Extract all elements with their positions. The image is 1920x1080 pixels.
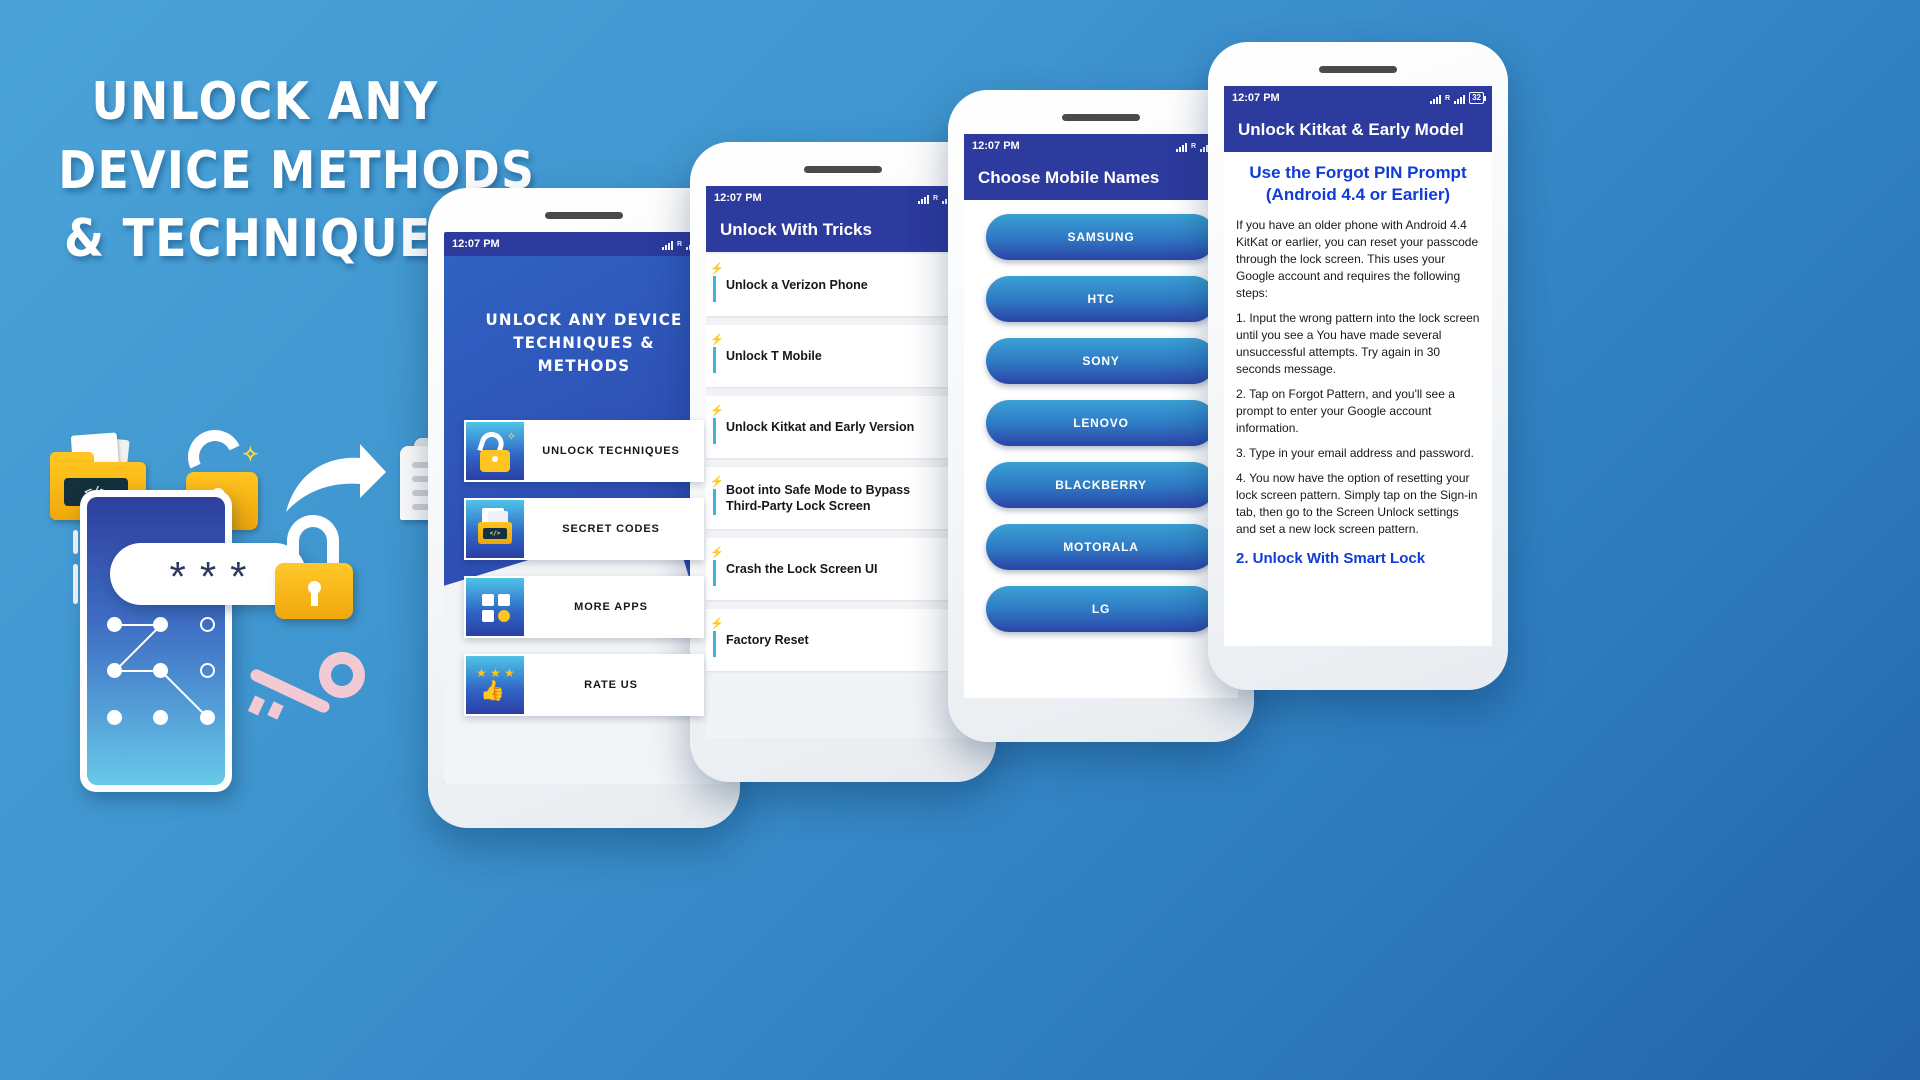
app-hero-title-line-2: TECHNIQUES & METHODS bbox=[513, 333, 655, 376]
article-intro: If you have an older phone with Android … bbox=[1236, 217, 1479, 300]
article-heading-line-2: (Android 4.4 or Earlier) bbox=[1265, 185, 1451, 205]
password-mask-char: * bbox=[199, 553, 217, 600]
status-bar: 12:07 PM R 32 bbox=[1224, 86, 1492, 110]
list-item-label: Unlock a Verizon Phone bbox=[726, 277, 868, 292]
battery-icon: 32 bbox=[1469, 92, 1486, 104]
pattern-lock-grid bbox=[105, 615, 221, 731]
brand-button-lenovo[interactable]: LENOVO bbox=[986, 400, 1216, 446]
list-item[interactable]: ⚡ Factory Reset ❯ bbox=[706, 609, 980, 671]
promo-line-3: & TECHNIQUES bbox=[64, 209, 466, 270]
list-item-label: Unlock T Mobile bbox=[726, 348, 822, 363]
brand-button-blackberry[interactable]: BLACKBERRY bbox=[986, 462, 1216, 508]
article-body: Use the Forgot PIN Prompt (Android 4.4 o… bbox=[1224, 152, 1492, 646]
list-item[interactable]: ⚡ Unlock a Verizon Phone ❯ bbox=[706, 254, 980, 316]
password-mask-char: * bbox=[230, 553, 247, 600]
article-footer-link[interactable]: 2. Unlock With Smart Lock bbox=[1236, 550, 1480, 567]
signal-bars-icon bbox=[1430, 93, 1442, 104]
signal-bars-icon-2 bbox=[1454, 93, 1466, 104]
list-item-label: Crash the Lock Screen UI bbox=[726, 561, 878, 576]
list-item[interactable]: ⚡ Unlock Kitkat and Early Version ❯ bbox=[706, 396, 980, 458]
brand-button-motorala[interactable]: MOTORALA bbox=[986, 524, 1216, 570]
padlock-illustration-icon bbox=[275, 515, 355, 619]
status-time: 12:07 PM bbox=[452, 238, 500, 250]
status-time: 12:07 PM bbox=[1232, 92, 1280, 104]
menu-item-label: MORE APPS bbox=[574, 600, 648, 613]
pattern-lock-phone-illustration bbox=[73, 490, 232, 792]
menu-item-more-apps[interactable]: MORE APPS bbox=[464, 575, 704, 638]
status-bar: 12:07 PM R 32 bbox=[964, 134, 1238, 158]
article-step: 1. Input the wrong pattern into the lock… bbox=[1236, 311, 1480, 377]
status-time: 12:07 PM bbox=[714, 192, 762, 204]
phone-speaker bbox=[1319, 66, 1397, 73]
list-item[interactable]: ⚡ Crash the Lock Screen UI ❯ bbox=[706, 538, 980, 600]
promo-line-1: UNLOCK ANY bbox=[91, 72, 439, 132]
list-item-label: Unlock Kitkat and Early Version bbox=[726, 419, 915, 434]
bolt-icon: ⚡ bbox=[710, 405, 724, 417]
status-time: 12:07 PM bbox=[972, 140, 1020, 152]
status-bar: 12:07 PM R 32 bbox=[444, 232, 724, 256]
thumbs-up-star-icon: ★ ★ ★ 👍 bbox=[466, 655, 524, 714]
phone-mockup-article: 12:07 PM R 32 Unlock Kitkat & Early Mode… bbox=[1208, 42, 1508, 690]
signal-bars-icon bbox=[918, 193, 930, 204]
phone-speaker bbox=[804, 166, 882, 173]
article-step: 4. You now have the option of resetting … bbox=[1236, 471, 1478, 537]
app-bar-title: Unlock With Tricks bbox=[706, 210, 980, 252]
roaming-label: R bbox=[933, 194, 939, 202]
tricks-list: ⚡ Unlock a Verizon Phone ❯ ⚡ Unlock T Mo… bbox=[706, 252, 980, 738]
roaming-label: R bbox=[1445, 94, 1451, 102]
brand-button-lg[interactable]: LG bbox=[986, 586, 1216, 632]
menu-item-unlock-techniques[interactable]: ✧ UNLOCK TECHNIQUES bbox=[464, 419, 704, 482]
password-mask-char: * bbox=[169, 553, 186, 600]
phone-speaker bbox=[1062, 114, 1140, 121]
roaming-label: R bbox=[1191, 142, 1197, 150]
app-hero-title-line-1: UNLOCK ANY DEVICE bbox=[485, 310, 683, 329]
brand-button-htc[interactable]: HTC bbox=[986, 276, 1216, 322]
list-item-label: Boot into Safe Mode to Bypass Third-Part… bbox=[726, 482, 911, 513]
open-padlock-icon: ✧ bbox=[466, 421, 524, 480]
status-bar: 12:07 PM R 32 bbox=[706, 186, 980, 210]
menu-item-rate-us[interactable]: ★ ★ ★ 👍 RATE US bbox=[464, 653, 704, 716]
promo-headline: UNLOCK ANY DEVICE METHODS & TECHNIQUES bbox=[58, 68, 536, 274]
code-folder-icon: </> bbox=[466, 499, 524, 558]
article-step: 3. Type in your email address and passwo… bbox=[1236, 446, 1474, 461]
signal-bars-icon bbox=[662, 239, 674, 250]
brand-button-sony[interactable]: SONY bbox=[986, 338, 1216, 384]
menu-item-label: RATE US bbox=[584, 678, 638, 691]
home-menu-list: ✧ UNLOCK TECHNIQUES </> SECRET CODES MOR… bbox=[444, 419, 724, 716]
list-item[interactable]: ⚡ Boot into Safe Mode to Bypass Third-Pa… bbox=[706, 467, 980, 529]
key-illustration-icon bbox=[245, 644, 373, 720]
app-bar-title: Choose Mobile Names bbox=[964, 158, 1238, 200]
article-heading: Use the Forgot PIN Prompt (Android 4.4 o… bbox=[1236, 162, 1480, 207]
list-item[interactable]: ⚡ Unlock T Mobile ❯ bbox=[706, 325, 980, 387]
phone-speaker bbox=[545, 212, 623, 219]
roaming-label: R bbox=[677, 240, 683, 248]
article-heading-line-1: Use the Forgot PIN Prompt bbox=[1249, 163, 1467, 182]
app-hero-title: UNLOCK ANY DEVICE TECHNIQUES & METHODS bbox=[452, 256, 715, 378]
apps-grid-icon bbox=[466, 577, 524, 636]
menu-item-label: UNLOCK TECHNIQUES bbox=[542, 444, 680, 457]
app-bar-title: Unlock Kitkat & Early Model bbox=[1224, 110, 1492, 152]
promo-line-2: DEVICE METHODS bbox=[58, 140, 536, 201]
article-step: 2. Tap on Forgot Pattern, and you'll see… bbox=[1236, 387, 1455, 436]
menu-item-label: SECRET CODES bbox=[562, 522, 660, 535]
brand-button-list: SAMSUNG HTC SONY LENOVO BLACKBERRY MOTOR… bbox=[964, 200, 1238, 698]
signal-bars-icon bbox=[1176, 141, 1188, 152]
list-item-label: Factory Reset bbox=[726, 632, 809, 647]
brand-button-samsung[interactable]: SAMSUNG bbox=[986, 214, 1216, 260]
menu-item-secret-codes[interactable]: </> SECRET CODES bbox=[464, 497, 704, 560]
